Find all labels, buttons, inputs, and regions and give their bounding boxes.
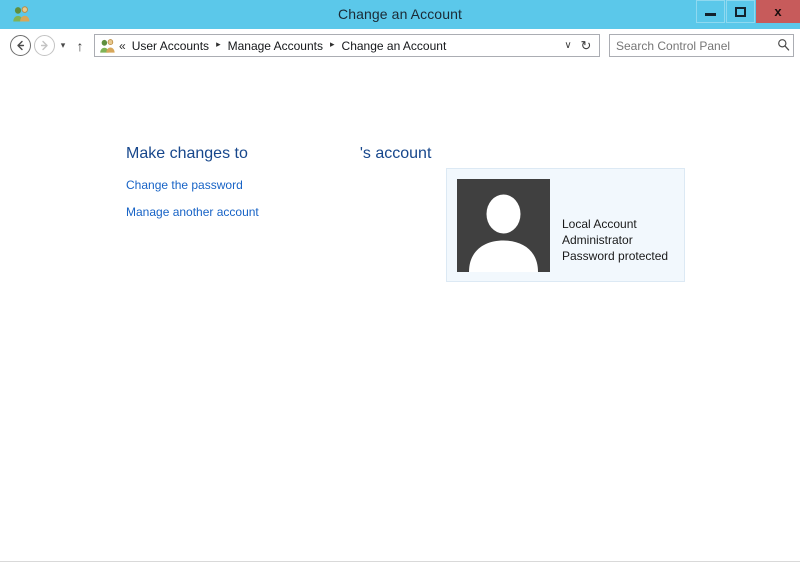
- account-avatar: [457, 179, 550, 272]
- window-title: Change an Account: [338, 6, 462, 22]
- manage-another-account-link[interactable]: Manage another account: [126, 205, 259, 219]
- content-area: Make changes to 's account Change the pas…: [0, 62, 800, 562]
- close-icon: x: [774, 4, 782, 19]
- breadcrumb-item-user-accounts[interactable]: User Accounts: [131, 39, 210, 53]
- maximize-icon: [735, 6, 746, 17]
- back-arrow-icon: [9, 35, 31, 56]
- navigation-bar: ▾ ↑ « User Accounts ▸ Manage Accounts ▸ …: [0, 29, 800, 62]
- address-dropdown-button[interactable]: ∨: [559, 40, 577, 51]
- refresh-button[interactable]: ↻: [577, 38, 595, 54]
- minimize-button[interactable]: [696, 0, 725, 23]
- breadcrumb-separator-icon[interactable]: ▸: [210, 39, 227, 50]
- account-role: Administrator: [562, 233, 633, 247]
- forward-button[interactable]: [32, 34, 56, 58]
- user-silhouette-icon: [457, 179, 550, 272]
- address-bar-tools: ∨ ↻: [559, 38, 599, 54]
- back-button[interactable]: [8, 34, 32, 58]
- up-arrow-icon: ↑: [76, 37, 84, 54]
- page-title-suffix: 's account: [359, 145, 432, 162]
- account-password-status: Password protected: [562, 249, 669, 263]
- account-details: Local Account Administrator Password pro…: [562, 216, 668, 264]
- forward-arrow-icon: [33, 35, 55, 56]
- account-type: Local Account: [562, 217, 637, 231]
- search-icon[interactable]: [773, 38, 793, 54]
- page-title-prefix: Make changes to: [126, 145, 248, 162]
- search-box[interactable]: [609, 34, 794, 57]
- minimize-icon: [705, 13, 716, 16]
- title-bar: Change an Account x: [0, 0, 800, 29]
- breadcrumb: « User Accounts ▸ Manage Accounts ▸ Chan…: [119, 39, 559, 53]
- change-the-password-link[interactable]: Change the password: [126, 178, 243, 192]
- maximize-button[interactable]: [726, 0, 755, 23]
- chevron-down-icon: ▾: [60, 40, 66, 50]
- recent-locations-button[interactable]: ▾: [56, 40, 70, 51]
- window-controls: x: [696, 0, 800, 24]
- breadcrumb-separator-icon[interactable]: ▸: [324, 39, 341, 50]
- breadcrumb-item-manage-accounts[interactable]: Manage Accounts: [227, 39, 324, 53]
- close-button[interactable]: x: [756, 0, 800, 23]
- up-button[interactable]: ↑: [70, 38, 90, 54]
- breadcrumb-item-change-an-account[interactable]: Change an Account: [341, 39, 448, 53]
- account-summary-panel: Local Account Administrator Password pro…: [446, 168, 685, 282]
- user-accounts-icon: [12, 5, 31, 23]
- search-input[interactable]: [610, 37, 773, 54]
- breadcrumb-overflow-button[interactable]: «: [119, 39, 126, 53]
- address-bar[interactable]: « User Accounts ▸ Manage Accounts ▸ Chan…: [94, 34, 600, 57]
- breadcrumb-user-accounts-icon: [99, 38, 116, 54]
- page-title: Make changes to 's account: [126, 145, 431, 163]
- change-an-account-window: Change an Account x ▾ ↑ « User Accounts …: [0, 0, 800, 562]
